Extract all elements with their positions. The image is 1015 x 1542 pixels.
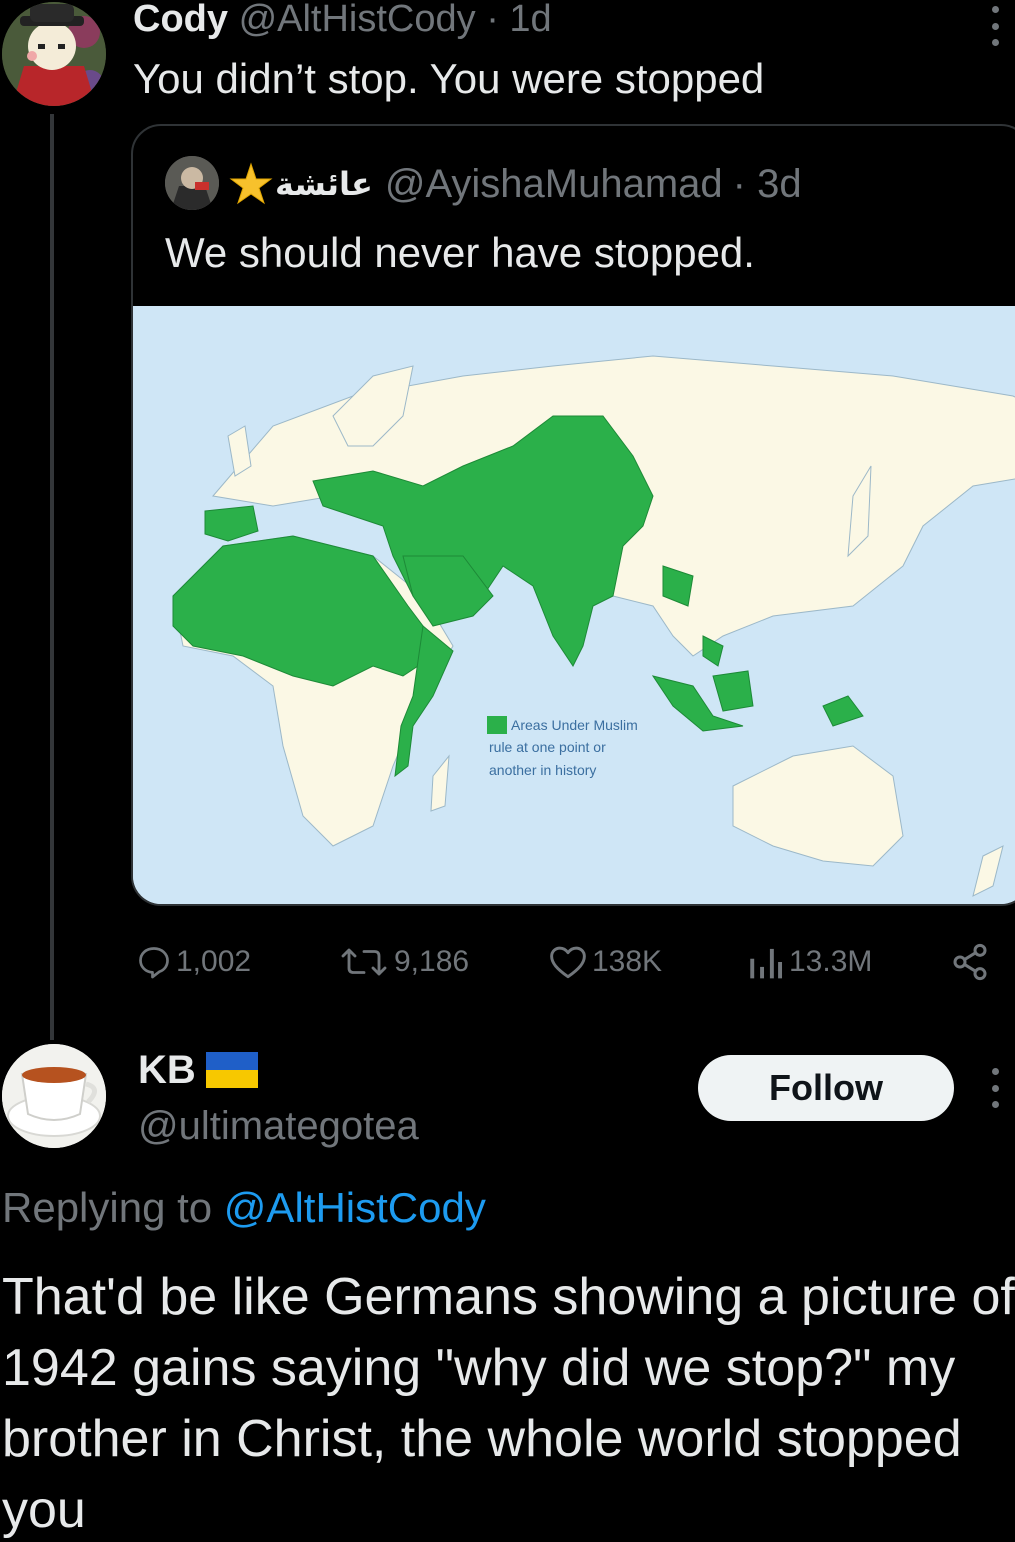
tweet-time[interactable]: · 1d bbox=[486, 0, 551, 40]
follow-button[interactable]: Follow bbox=[698, 1055, 954, 1121]
views-count: 13.3M bbox=[789, 945, 873, 978]
quoted-tweet-text: We should never have stopped. bbox=[165, 229, 755, 276]
reply-author-name-row: KB bbox=[138, 1044, 258, 1096]
quoted-author-name[interactable]: عائشة bbox=[275, 160, 373, 208]
like-count: 138K bbox=[592, 945, 663, 978]
legend-line-1: Areas Under Muslim bbox=[511, 717, 638, 733]
more-options-icon[interactable] bbox=[990, 6, 1000, 46]
reply-button[interactable]: 1,002 bbox=[136, 936, 251, 988]
replying-to: Replying to @AltHistCody bbox=[2, 1182, 486, 1234]
replying-to-label: Replying to bbox=[2, 1184, 213, 1231]
views-button[interactable]: 13.3M bbox=[745, 936, 872, 988]
like-button[interactable]: 138K bbox=[548, 936, 662, 988]
heart-icon bbox=[550, 946, 586, 979]
author-avatar[interactable] bbox=[2, 2, 106, 106]
share-button[interactable] bbox=[950, 936, 994, 988]
quoted-author-avatar bbox=[165, 156, 219, 210]
reply-author-handle[interactable]: @ultimategotea bbox=[138, 1100, 419, 1152]
author-name[interactable]: Cody bbox=[133, 0, 228, 40]
reply-icon bbox=[139, 947, 169, 979]
replying-to-mention[interactable]: @AltHistCody bbox=[224, 1184, 486, 1231]
tweet-header: Cody @AltHistCody · 1d bbox=[133, 0, 552, 42]
reply-author-avatar[interactable] bbox=[2, 1044, 106, 1148]
ukraine-flag-icon bbox=[205, 1052, 258, 1088]
retweet-count: 9,186 bbox=[394, 945, 470, 978]
retweet-icon bbox=[341, 948, 387, 976]
tweet-text: You didn’t stop. You were stopped bbox=[133, 55, 765, 102]
legend-line-3: another in history bbox=[489, 762, 596, 778]
reply-more-options-icon[interactable] bbox=[990, 1068, 1000, 1108]
quoted-author-handle[interactable]: @AyishaMuhamad bbox=[385, 160, 723, 208]
views-icon bbox=[750, 948, 783, 979]
quoted-tweet-time: · 3d bbox=[732, 162, 802, 206]
author-handle[interactable]: @AltHistCody bbox=[239, 0, 476, 40]
tweet-actions: 1,002 9,186 138K 13.3M bbox=[0, 936, 1015, 988]
quoted-tweet-header: عائشة @AyishaMuhamad · 3d bbox=[229, 160, 802, 208]
star-emoji-icon bbox=[229, 162, 273, 205]
map-image[interactable]: Areas Under Muslim rule at one point or … bbox=[133, 306, 1015, 904]
reply-author-name[interactable]: KB bbox=[138, 1044, 196, 1096]
reply-text: That'd be like Germans showing a picture… bbox=[2, 1268, 1015, 1539]
legend-swatch bbox=[487, 716, 507, 734]
world-map: Areas Under Muslim rule at one point or … bbox=[133, 306, 1015, 904]
share-icon bbox=[953, 943, 987, 981]
reply-count: 1,002 bbox=[176, 945, 252, 978]
retweet-button[interactable]: 9,186 bbox=[338, 936, 469, 988]
thread-connector bbox=[50, 114, 54, 1040]
quoted-tweet-card[interactable]: عائشة @AyishaMuhamad · 3d We should neve… bbox=[131, 124, 1015, 906]
legend-line-2: rule at one point or bbox=[489, 739, 606, 755]
